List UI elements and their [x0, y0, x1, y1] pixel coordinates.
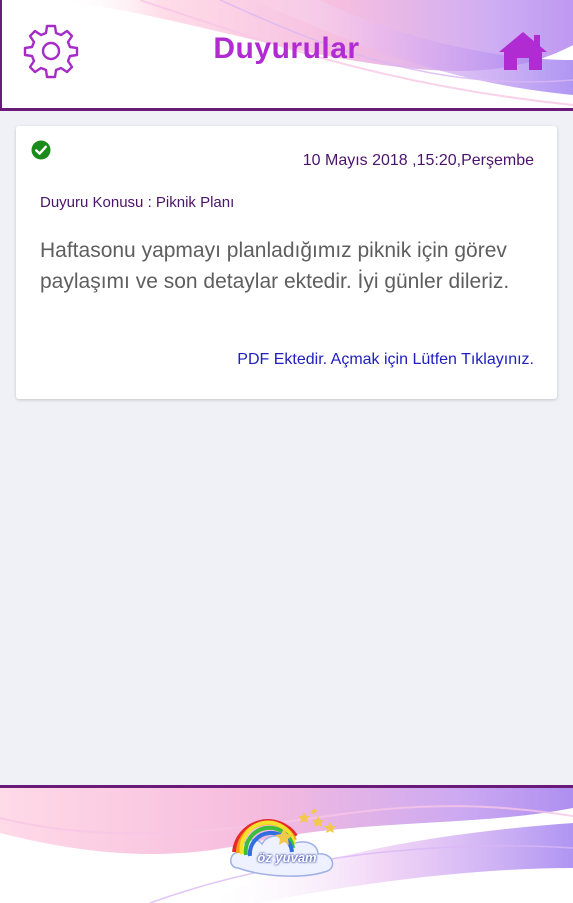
- page-title: Duyurular: [213, 32, 360, 65]
- app-logo: öz yuvam: [226, 806, 348, 888]
- home-icon[interactable]: [497, 30, 549, 72]
- announcement-subject: Duyuru Konusu : Piknik Planı: [40, 194, 235, 211]
- app-header: Duyurular: [0, 0, 573, 111]
- announcement-date: 10 Mayıs 2018 ,15:20,Perşembe: [302, 152, 534, 169]
- announcement-body: Haftasonu yapmayı planladığımız piknik i…: [40, 239, 510, 293]
- logo-text: öz yuvam: [257, 850, 317, 865]
- announcement-card[interactable]: 10 Mayıs 2018 ,15:20,Perşembe Duyuru Kon…: [16, 126, 557, 399]
- check-circle-icon: [31, 140, 51, 160]
- app-footer: öz yuvam: [0, 785, 573, 903]
- pdf-attachment-link[interactable]: PDF Ektedir. Açmak için Lütfen Tıklayını…: [237, 351, 534, 369]
- logo-graphic: [230, 808, 336, 877]
